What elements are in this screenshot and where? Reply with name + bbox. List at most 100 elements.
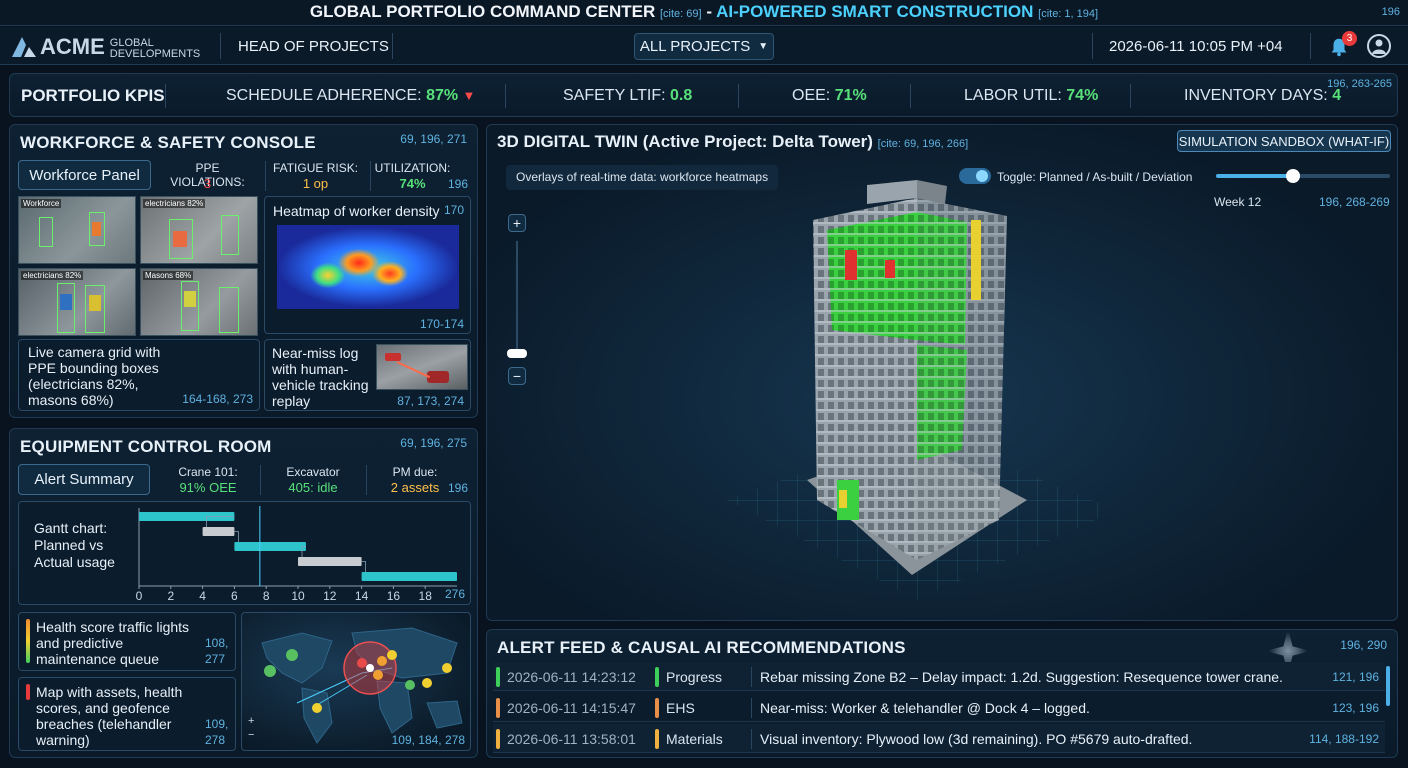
kpi-labor-label: LABOR UTIL: xyxy=(964,87,1062,104)
divider xyxy=(751,729,752,749)
divider xyxy=(260,465,261,495)
heatmap-image xyxy=(277,225,459,309)
camera-label: Masons 68% xyxy=(143,271,194,280)
camera-feed[interactable]: electricians 82% xyxy=(140,196,258,264)
near-miss-card[interactable]: Near-miss log with human-vehicle trackin… xyxy=(264,339,471,411)
simulation-sandbox-button[interactable]: SIMULATION SANDBOX (WHAT-IF) xyxy=(1177,130,1391,152)
camera-label: electricians 82% xyxy=(143,199,206,208)
project-select[interactable]: ALL PROJECTS ▼ xyxy=(634,33,774,60)
logo[interactable]: ACME GLOBAL DEVELOPMENTS xyxy=(10,33,210,61)
severity-bar xyxy=(496,698,500,718)
near-miss-text: Near-miss log with human-vehicle trackin… xyxy=(272,345,369,409)
datetime: 2026-06-11 10:05 PM +04 xyxy=(1109,38,1283,55)
gantt-dependency-arrow xyxy=(361,561,366,572)
workforce-ref: 69, 196, 271 xyxy=(400,132,467,146)
util-ref: 196 xyxy=(448,177,469,191)
util-label: UTILIZATION: xyxy=(374,161,451,175)
alert-feed-panel: ALERT FEED & CAUSAL AI RECOMMENDATIONS 1… xyxy=(486,628,1398,758)
gantt-bar-actual xyxy=(234,542,306,551)
kpi-bar: PORTFOLIO KPIS SCHEDULE ADHERENCE: 87% ▼… xyxy=(9,73,1398,117)
zoom-handle[interactable] xyxy=(507,349,527,358)
camera-feed[interactable]: Workforce xyxy=(18,196,136,264)
kpi-oee-label: OEE: xyxy=(792,87,831,104)
slider-fill xyxy=(1216,174,1293,178)
alert-ref: 121, 196 xyxy=(1332,670,1379,684)
vehicle-marker xyxy=(427,371,449,383)
logo-subtext: GLOBAL DEVELOPMENTS xyxy=(110,38,200,60)
heatmap-title: Heatmap of worker density xyxy=(273,203,440,219)
acme-logo-icon xyxy=(12,37,36,57)
divider xyxy=(1092,33,1093,59)
kpi-inventory-label: INVENTORY DAYS: xyxy=(1184,87,1328,104)
category-bar xyxy=(655,698,659,718)
user-avatar[interactable] xyxy=(1367,34,1391,58)
gantt-tick-label: 18 xyxy=(419,589,433,603)
trend-down-icon: ▼ xyxy=(462,88,476,103)
workforce-panel-button[interactable]: Workforce Panel xyxy=(18,160,151,190)
digital-twin-panel: 3D DIGITAL TWIN (Active Project: Delta T… xyxy=(486,124,1398,621)
kpi-schedule-value: 87% xyxy=(426,87,459,104)
camera-grid[interactable]: Workforce electricians 82% electricians … xyxy=(18,196,260,336)
map-zoom-out-button[interactable]: − xyxy=(248,729,254,741)
worker-vest xyxy=(60,294,72,310)
kpi-title: PORTFOLIO KPIS xyxy=(21,86,165,105)
near-miss-replay-image[interactable] xyxy=(376,344,468,390)
camera-feed[interactable]: Masons 68% xyxy=(140,268,258,336)
heatmap-ref: 170 xyxy=(443,203,464,217)
worker-vest xyxy=(184,291,196,307)
gantt-card[interactable]: Gantt chart: Planned vs Actual usage 0 2 4… xyxy=(18,501,471,605)
worker-vest xyxy=(173,231,187,247)
asset-map[interactable]: + − 109, 184, 278 xyxy=(241,612,471,751)
gantt-tick-label: 4 xyxy=(199,589,206,603)
kpi-ref: 196, 263-265 xyxy=(1327,78,1392,90)
gantt-title: Gantt chart: Planned vs Actual usage xyxy=(34,520,115,570)
zoom-out-button[interactable]: − xyxy=(508,367,526,385)
tower-3d-model[interactable] xyxy=(717,180,1137,610)
gantt-bar-planned xyxy=(298,557,362,566)
subtitle-cite: [cite: 1, 194] xyxy=(1038,8,1099,20)
twin-cite: [cite: 69, 196, 266] xyxy=(877,138,969,150)
camera-grid-text: Live camera grid with PPE bounding boxes… xyxy=(28,344,161,408)
severity-bar xyxy=(496,729,500,749)
alert-row[interactable]: 2026-06-11 14:23:12 Progress Rebar missi… xyxy=(493,662,1385,691)
alert-scrollbar[interactable] xyxy=(1386,666,1390,706)
alert-ref: 123, 196 xyxy=(1332,701,1379,715)
divider xyxy=(165,84,166,108)
fatigue-value: 1 op xyxy=(302,176,329,191)
twin-title-row: 3D DIGITAL TWIN (Active Project: Delta T… xyxy=(497,132,968,152)
title-cite: [cite: 69] xyxy=(660,8,702,20)
user-role: HEAD OF PROJECTS xyxy=(238,38,389,55)
crane-value: 91% OEE xyxy=(179,480,237,495)
gantt-tick-label: 0 xyxy=(136,589,143,603)
kpi-schedule-label: SCHEDULE ADHERENCE: xyxy=(226,87,422,104)
gantt-tick-label: 12 xyxy=(323,589,337,603)
ppe-box xyxy=(221,215,239,255)
health-score-card[interactable]: Health score traffic lights and predicti… xyxy=(18,612,236,671)
slider-handle[interactable] xyxy=(1285,169,1300,183)
health-text: Health score traffic lights and predicti… xyxy=(36,619,190,667)
notification-button[interactable]: 3 xyxy=(1328,31,1357,59)
heatmap-card[interactable]: Heatmap of worker density 170 170-174 xyxy=(264,196,471,334)
zoom-track xyxy=(516,241,518,351)
worker-vest xyxy=(89,295,101,311)
kpi-labor-value: 74% xyxy=(1066,87,1099,104)
map-text: Map with assets, health scores, and geof… xyxy=(36,684,183,748)
divider xyxy=(910,84,911,108)
chevron-down-icon: ▼ xyxy=(758,41,769,52)
alert-summary-button[interactable]: Alert Summary xyxy=(18,464,150,495)
title-dash: - xyxy=(706,2,712,21)
alert-row[interactable]: 2026-06-11 13:58:01 Materials Visual inv… xyxy=(493,724,1385,753)
traffic-light-icon xyxy=(26,619,30,663)
zoom-in-button[interactable]: + xyxy=(508,214,526,232)
kpi-ltif: SAFETY LTIF: 0.8 xyxy=(563,87,692,105)
camera-feed[interactable]: electricians 82% xyxy=(18,268,136,336)
alert-time: 2026-06-11 14:23:12 xyxy=(507,669,636,685)
ppe-value: 3 xyxy=(203,176,212,191)
map-zoom-in-button[interactable]: + xyxy=(248,715,254,727)
category-bar xyxy=(655,729,659,749)
worker-vest xyxy=(92,222,101,236)
alert-row[interactable]: 2026-06-11 14:15:47 EHS Near-miss: Worke… xyxy=(493,693,1385,722)
divider xyxy=(751,698,752,718)
util-value: 74% xyxy=(399,176,426,191)
gantt-tick-label: 14 xyxy=(355,589,369,603)
